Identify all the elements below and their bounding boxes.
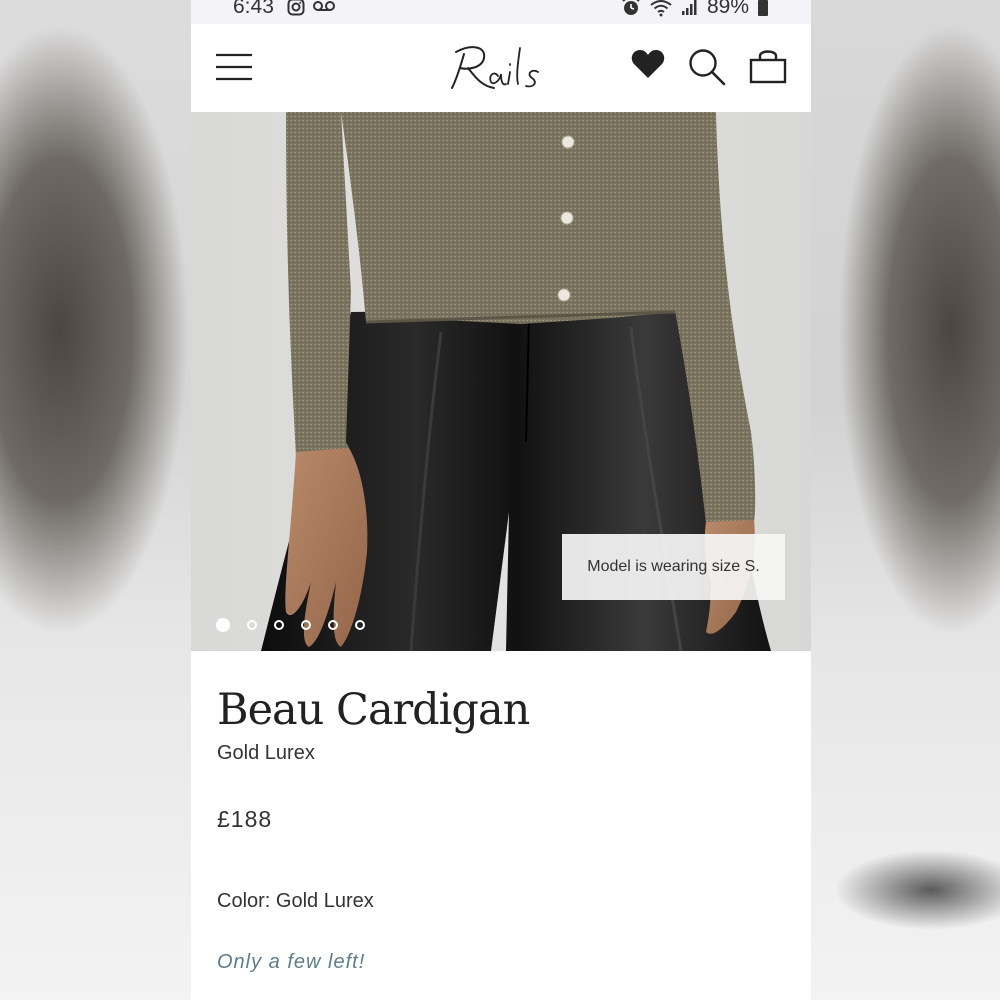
bag-icon[interactable] [749, 46, 787, 84]
carousel-dot[interactable] [355, 620, 365, 630]
instagram-icon [287, 0, 305, 16]
background-left-blur [0, 0, 191, 1000]
heart-icon[interactable] [631, 48, 665, 80]
carousel-dot[interactable] [274, 620, 284, 630]
stock-message: Only a few left! [217, 951, 366, 973]
site-header [191, 24, 811, 112]
status-time: 6:43 [233, 0, 274, 18]
voicemail-icon [313, 1, 335, 11]
color-label: Color: Gold Lurex [217, 890, 374, 912]
battery-percent: 89% [707, 0, 750, 18]
product-title: Beau Cardigan [217, 685, 530, 735]
model-size-note: Model is wearing size S. [562, 534, 785, 600]
carousel-dot[interactable] [301, 620, 311, 630]
carousel-dot[interactable] [216, 618, 230, 632]
rails-logo[interactable] [446, 38, 556, 98]
alarm-icon [622, 0, 640, 15]
signal-icon [682, 0, 697, 15]
carousel-dot[interactable] [247, 620, 257, 630]
product-variant: Gold Lurex [217, 742, 315, 764]
wifi-icon [650, 0, 672, 17]
search-icon[interactable] [688, 48, 726, 86]
carousel-dots [216, 618, 365, 632]
product-price: £188 [217, 806, 273, 832]
carousel-dot[interactable] [328, 620, 338, 630]
phone-screen: 6:43 89% Model is wearing size S. Beau C… [191, 0, 811, 1000]
menu-icon[interactable] [216, 52, 252, 82]
product-image[interactable]: Model is wearing size S. [191, 112, 811, 651]
battery-icon [758, 0, 769, 16]
status-bar: 6:43 89% [191, 0, 811, 24]
background-right-blur [811, 0, 1000, 1000]
status-right-group: 89% [621, 0, 769, 19]
